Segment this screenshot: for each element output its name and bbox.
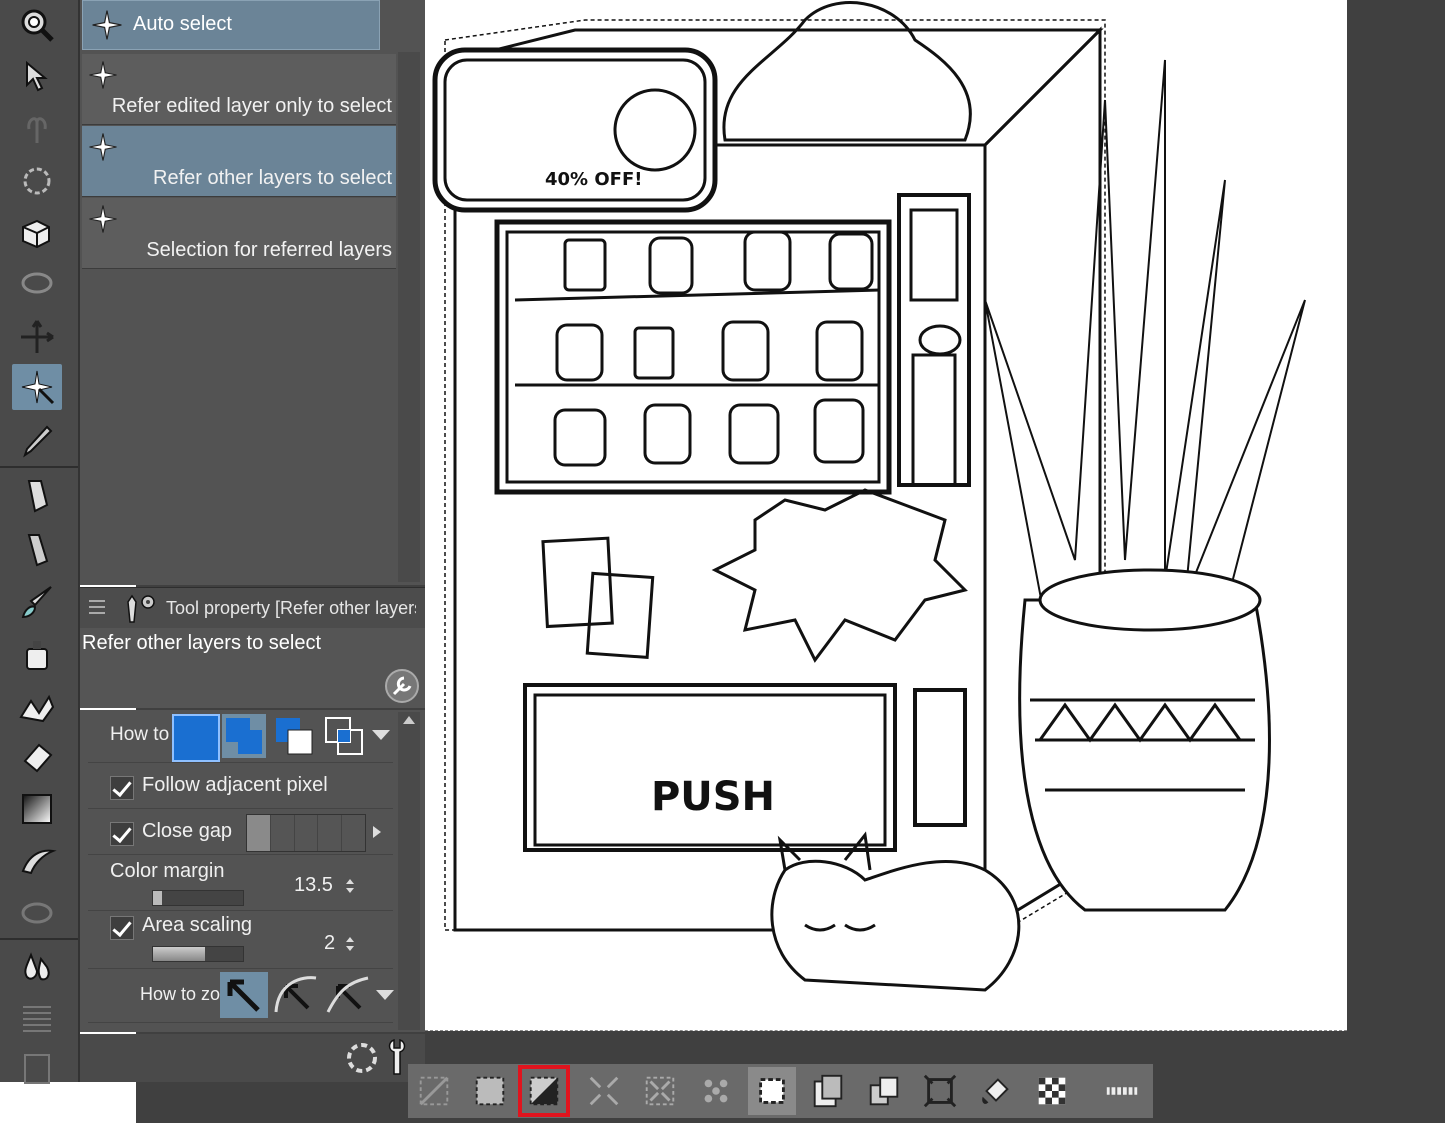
subtool-refer-edited-layer[interactable]: Refer edited layer only to select	[82, 54, 396, 125]
decoration-tool-icon[interactable]	[12, 684, 62, 730]
brush-tool-icon[interactable]	[12, 580, 62, 626]
color-margin-label: Color margin	[110, 860, 225, 882]
text-tool-icon[interactable]	[12, 996, 62, 1042]
rotate-view-tool-icon[interactable]	[12, 158, 62, 204]
follow-adjacent-row: Follow adjacent pixel	[88, 766, 393, 809]
zoom-mode-soft-button[interactable]	[324, 972, 372, 1018]
chevron-right-icon[interactable]	[370, 824, 384, 840]
property-scrollbar[interactable]	[398, 712, 420, 1030]
zoom-tool-icon[interactable]	[12, 2, 62, 48]
tool-property-panel: How to Follow adjacent pixel Close gap C…	[80, 710, 425, 1032]
copy-paste-selection-icon[interactable]	[804, 1067, 852, 1115]
more-options-icon[interactable]	[1098, 1067, 1146, 1115]
tool-property-name-area: Refer other layers to select	[80, 628, 425, 708]
gradient-tool-icon[interactable]	[12, 786, 62, 832]
zoom-mode-sharp-button[interactable]	[220, 972, 268, 1018]
subtool-label: Auto select	[133, 13, 232, 35]
close-gap-level-selector[interactable]	[246, 814, 366, 852]
move-layer-tool-icon[interactable]	[12, 106, 62, 152]
sale-label: 40% OFF!	[545, 169, 642, 190]
tool-property-footer	[80, 1034, 425, 1082]
mode-new-selection-button[interactable]	[172, 714, 220, 762]
close-gap-label: Close gap	[142, 820, 233, 842]
close-gap-row: Close gap	[88, 812, 393, 855]
chevron-down-icon[interactable]	[374, 988, 396, 1002]
toolbar-divider	[0, 466, 78, 468]
area-scaling-value[interactable]: 2	[324, 932, 335, 955]
ruler-lasso-icon[interactable]	[12, 890, 62, 936]
sparkle-icon	[89, 205, 117, 233]
expand-selection-icon[interactable]	[580, 1067, 628, 1115]
subtool-auto-select[interactable]: Auto select	[82, 0, 380, 50]
follow-adjacent-label: Follow adjacent pixel	[142, 774, 328, 796]
selection-move-tool-icon[interactable]	[12, 314, 62, 360]
follow-adjacent-checkbox[interactable]	[110, 776, 134, 800]
area-scaling-row: Area scaling 2	[88, 912, 393, 969]
reset-spinner-icon[interactable]	[342, 1038, 382, 1078]
menu-list-icon[interactable]	[86, 596, 108, 618]
select-all-icon[interactable]	[466, 1067, 514, 1115]
how-to-zoom-row: How to zo	[88, 970, 396, 1023]
tool-property-title: Tool property [Refer other layers to sel…	[166, 598, 416, 618]
selection-border-icon[interactable]	[748, 1067, 796, 1115]
subtool-label: Refer other layers to select	[153, 167, 392, 189]
invert-selection-icon[interactable]	[518, 1065, 570, 1117]
area-scaling-label: Area scaling	[142, 914, 253, 936]
color-margin-value[interactable]: 13.5	[294, 874, 333, 897]
fill-tool-icon[interactable]	[12, 944, 62, 990]
transform-selection-icon[interactable]	[916, 1067, 964, 1115]
3d-object-tool-icon[interactable]	[12, 210, 62, 256]
operation-tool-icon[interactable]	[12, 54, 62, 100]
subtool-scrollbar[interactable]	[398, 52, 420, 582]
scatter-selection-icon[interactable]	[692, 1067, 740, 1115]
area-scaling-checkbox[interactable]	[110, 916, 134, 940]
eraser-tool-icon[interactable]	[12, 734, 62, 780]
color-margin-slider[interactable]	[152, 890, 244, 906]
how-to-row: How to	[88, 710, 393, 763]
subtool-selection-for-referred[interactable]: Selection for referred layers	[82, 198, 396, 269]
subtool-label: Refer edited layer only to select	[111, 95, 392, 117]
sparkle-icon	[89, 61, 117, 89]
vending-machine-illustration: PUSH 40% OFF!	[432, 1, 1306, 992]
clear-selection-icon[interactable]	[410, 1067, 458, 1115]
pen-tool-icon[interactable]	[12, 472, 62, 518]
frame-border-tool-icon[interactable]	[12, 1044, 62, 1090]
spinner-arrows-icon[interactable]	[344, 876, 356, 896]
sparkle-icon	[92, 10, 122, 40]
sparkle-icon	[89, 133, 117, 161]
mode-intersect-selection-button[interactable]	[322, 714, 366, 758]
area-scaling-slider[interactable]	[152, 946, 244, 962]
figure-tool-icon[interactable]	[12, 838, 62, 884]
auto-select-tool-icon[interactable]	[12, 364, 62, 410]
drawing-canvas[interactable]: PUSH 40% OFF!	[425, 0, 1347, 1031]
pen-gear-icon	[127, 594, 155, 623]
color-margin-row: Color margin 13.5	[88, 858, 393, 911]
duplicate-layer-icon[interactable]	[860, 1067, 908, 1115]
eyedropper-tool-icon[interactable]	[12, 418, 62, 464]
wrench-icon[interactable]	[384, 668, 420, 704]
how-to-label: How to	[110, 724, 170, 745]
push-label: PUSH	[651, 774, 775, 820]
toolbar-divider	[0, 938, 78, 940]
subtool-label: Selection for referred layers	[146, 239, 392, 261]
how-to-zoom-label: How to zo	[140, 984, 221, 1004]
fill-selection-icon[interactable]	[972, 1067, 1020, 1115]
subtool-refer-other-layers[interactable]: Refer other layers to select	[82, 126, 396, 197]
lasso-selection-tool-icon[interactable]	[12, 262, 62, 308]
airbrush-tool-icon[interactable]	[12, 632, 62, 678]
chevron-down-icon[interactable]	[370, 728, 392, 742]
pencil-tool-icon[interactable]	[12, 526, 62, 572]
mode-subtract-selection-button[interactable]	[272, 714, 316, 758]
selection-launcher-bar	[408, 1064, 1153, 1118]
zoom-mode-round-button[interactable]	[272, 972, 320, 1018]
mode-add-selection-button[interactable]	[222, 714, 266, 758]
shrink-selection-icon[interactable]	[636, 1067, 684, 1115]
spinner-arrows-icon[interactable]	[344, 934, 356, 954]
close-gap-checkbox[interactable]	[110, 822, 134, 846]
tool-property-header: Tool property [Refer other layers to sel…	[80, 587, 425, 628]
tool-palette	[0, 0, 80, 1084]
selection-mask-icon[interactable]	[1028, 1067, 1076, 1115]
tool-property-tool-name: Refer other layers to select	[82, 632, 321, 654]
